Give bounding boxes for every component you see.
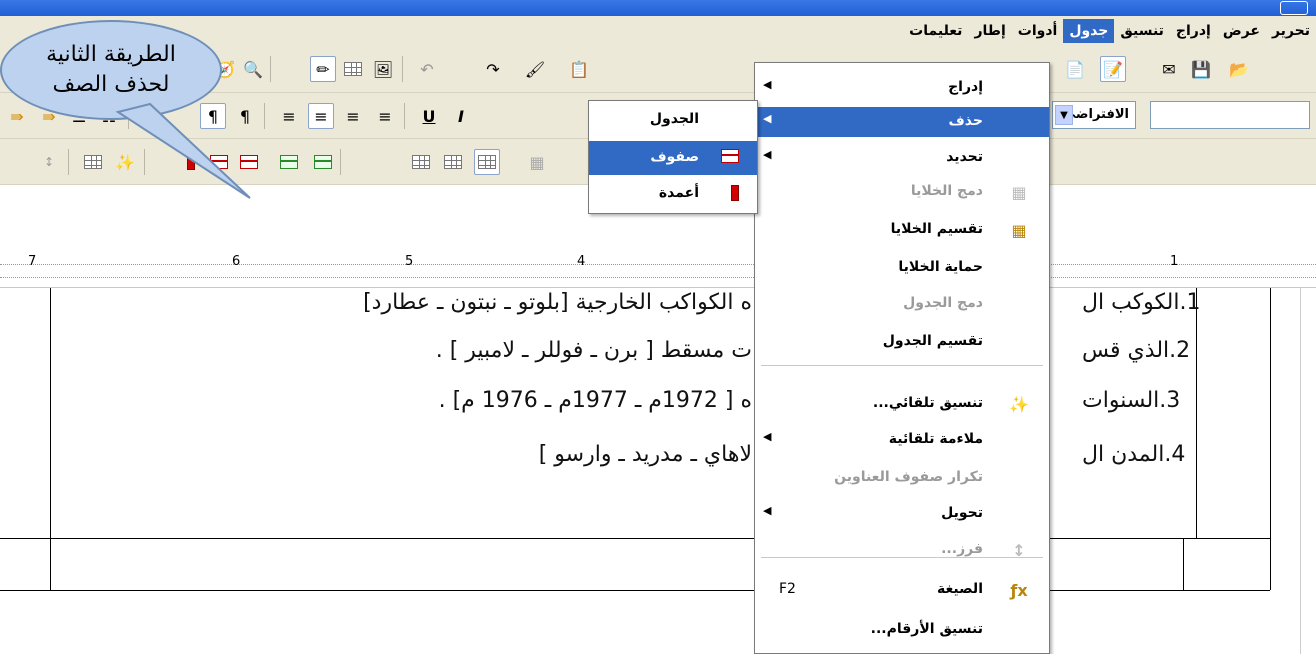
menu-item-label: إدراج: [948, 79, 983, 95]
table-menu-item[interactable]: إدراج ◀: [755, 73, 1049, 103]
table-menu-item[interactable]: تقسيم الجدول: [755, 327, 1049, 357]
menu-separator: [761, 365, 1043, 366]
menu-item-label: تكرار صفوف العناوين: [834, 469, 983, 485]
submenu-arrow-icon: ◀: [763, 504, 772, 517]
table-menu-item[interactable]: الصيغة ƒx F2: [755, 575, 1049, 605]
table-menu-item[interactable]: تحويل ◀: [755, 499, 1049, 529]
table-menu-item[interactable]: تنسيق تلقائي... ✨: [755, 389, 1049, 419]
table-menu-item[interactable]: ملاءمة تلقائية ◀: [755, 425, 1049, 455]
submenu-item-label: صفوف: [650, 149, 699, 165]
table-menu-item[interactable]: تكرار صفوف العناوين: [755, 463, 1049, 493]
table-menu: إدراج ◀ حذف ◀ تحديد ◀ دمج الخلايا ▦ تقسيم الخلاي…: [754, 62, 1050, 654]
submenu-arrow-icon: ◀: [763, 148, 772, 161]
table-menu-item[interactable]: تقسيم الخلايا ▦: [755, 215, 1049, 245]
menu-item-label: حماية الخلايا: [898, 259, 983, 275]
table-menu-item[interactable]: فرز... ↕: [755, 535, 1049, 565]
table-menu-item[interactable]: دمج الخلايا ▦: [755, 177, 1049, 207]
delete-rows-icon: [721, 149, 739, 163]
menu-item-label: حذف: [948, 113, 983, 129]
merge-cells-icon: ▦: [1011, 182, 1027, 202]
callout-pointer: [115, 102, 251, 199]
submenu-arrow-icon: ◀: [763, 112, 772, 125]
menu-item-label: تقسيم الجدول: [882, 333, 983, 349]
table-menu-item[interactable]: تحديد ◀: [755, 143, 1049, 173]
delete-submenu-item[interactable]: أعمدة: [589, 177, 757, 211]
autoformat-icon: ✨: [1009, 394, 1029, 414]
menu-item-label: دمج الخلايا: [910, 183, 983, 199]
formula-icon: ƒx: [1010, 580, 1028, 600]
split-cells-icon: ▦: [1011, 220, 1027, 240]
delete-submenu: الجدول صفوف أعمدة: [588, 100, 758, 214]
menu-item-label: تنسيق الأرقام...: [870, 621, 983, 637]
menu-item-label: دمج الجدول: [903, 295, 983, 311]
menu-item-label: تحويل: [941, 505, 983, 521]
shortcut-label: F2: [779, 581, 796, 597]
delete-submenu-item[interactable]: صفوف: [589, 141, 757, 175]
menu-separator: [761, 557, 1043, 558]
delete-columns-icon: [731, 185, 739, 201]
submenu-arrow-icon: ◀: [763, 430, 772, 443]
menu-item-label: ملاءمة تلقائية: [888, 431, 983, 447]
menu-item-label: الصيغة: [937, 581, 983, 597]
submenu-arrow-icon: ◀: [763, 78, 772, 91]
table-menu-item[interactable]: حماية الخلايا: [755, 253, 1049, 283]
table-menu-item[interactable]: دمج الجدول: [755, 289, 1049, 319]
menu-item-label: فرز...: [941, 541, 983, 557]
table-menu-item[interactable]: حذف ◀: [755, 107, 1049, 137]
menu-item-label: تنسيق تلقائي...: [872, 395, 983, 411]
table-menu-item[interactable]: تنسيق الأرقام...: [755, 615, 1049, 645]
submenu-item-label: الجدول: [649, 111, 699, 127]
menu-item-label: تقسيم الخلايا: [890, 221, 983, 237]
delete-submenu-item[interactable]: الجدول: [589, 103, 757, 137]
submenu-item-label: أعمدة: [658, 185, 699, 201]
menu-item-label: تحديد: [946, 149, 983, 165]
